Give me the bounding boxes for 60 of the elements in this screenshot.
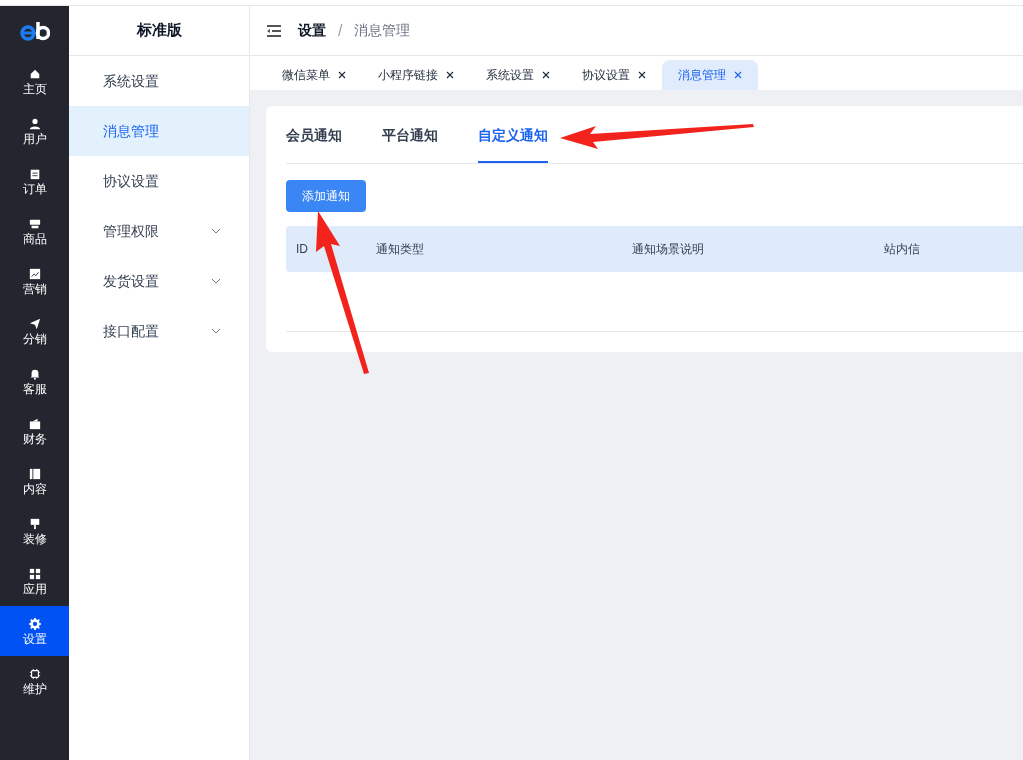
column-header: 站内信 <box>884 241 921 258</box>
send-icon <box>28 317 41 330</box>
nav-item[interactable]: 主页 <box>0 56 69 106</box>
sidebar-item[interactable]: 管理权限 <box>69 206 249 256</box>
nav-item[interactable]: 设置 <box>0 606 69 656</box>
nav-item[interactable]: 分销 <box>0 306 69 356</box>
nav-item[interactable]: 商品 <box>0 206 69 256</box>
close-icon[interactable] <box>338 71 346 79</box>
nav-item[interactable]: 订单 <box>0 156 69 206</box>
column-header: ID <box>295 241 309 258</box>
breadcrumb-item[interactable]: 消息管理 <box>354 20 411 41</box>
sidebar-item-label: 协议设置 <box>103 171 159 191</box>
sidebar-item[interactable]: 发货设置 <box>69 256 249 306</box>
logo-icon <box>19 21 50 41</box>
clipboard-icon <box>28 167 41 180</box>
book-icon <box>28 467 41 480</box>
nav-item[interactable]: 维护 <box>0 656 69 706</box>
store-icon <box>28 217 41 230</box>
wallet-icon <box>28 417 41 430</box>
sidebar-item-label: 接口配置 <box>103 321 159 341</box>
nav-item[interactable]: 用户 <box>0 106 69 156</box>
close-icon[interactable] <box>638 71 646 79</box>
nav-item[interactable]: 营销 <box>0 256 69 306</box>
sidebar-item-label: 消息管理 <box>103 121 159 141</box>
sidebar-item-label: 系统设置 <box>103 71 159 91</box>
chart-icon <box>28 267 41 280</box>
column-header: 通知类型 <box>376 241 425 258</box>
home-icon <box>28 67 41 80</box>
page-tab[interactable]: 协议设置 <box>566 60 662 90</box>
nav-item[interactable]: 装修 <box>0 506 69 556</box>
brush-icon <box>28 517 41 530</box>
sidebar-item[interactable]: 协议设置 <box>69 156 249 206</box>
nav-item[interactable]: 客服 <box>0 356 69 406</box>
column-header: 通知场景说明 <box>632 241 705 258</box>
page-tab[interactable]: 微信菜单 <box>266 60 362 90</box>
nav-item[interactable]: 财务 <box>0 406 69 456</box>
chip-icon <box>28 667 41 680</box>
grid-icon <box>28 567 41 580</box>
close-icon[interactable] <box>542 71 550 79</box>
sidebar-item[interactable]: 系统设置 <box>69 56 249 106</box>
add-notification-button[interactable]: 添加通知 <box>286 180 366 212</box>
sidebar-title: 标准版 <box>69 6 249 56</box>
breadcrumb-separator: / <box>338 20 343 41</box>
nav-item[interactable]: 应用 <box>0 556 69 606</box>
page-tab[interactable]: 小程序链接 <box>362 60 470 90</box>
menu-icon[interactable] <box>266 23 282 38</box>
user-icon <box>28 117 41 130</box>
sidebar-item[interactable]: 接口配置 <box>69 306 249 356</box>
settings-icon <box>28 617 41 630</box>
tab[interactable]: 平台通知 <box>382 110 438 163</box>
tab[interactable]: 会员通知 <box>286 110 342 163</box>
tab[interactable]: 自定义通知 <box>478 110 548 163</box>
page-tab[interactable]: 消息管理 <box>662 60 758 90</box>
close-icon[interactable] <box>446 71 454 79</box>
page-tab[interactable]: 系统设置 <box>470 60 566 90</box>
breadcrumb-item[interactable]: 设置 <box>298 20 326 41</box>
sidebar-item[interactable]: 消息管理 <box>69 106 249 156</box>
sidebar-item-label: 管理权限 <box>103 221 159 241</box>
sidebar-item-label: 发货设置 <box>103 271 159 291</box>
nav-item[interactable]: 内容 <box>0 456 69 506</box>
